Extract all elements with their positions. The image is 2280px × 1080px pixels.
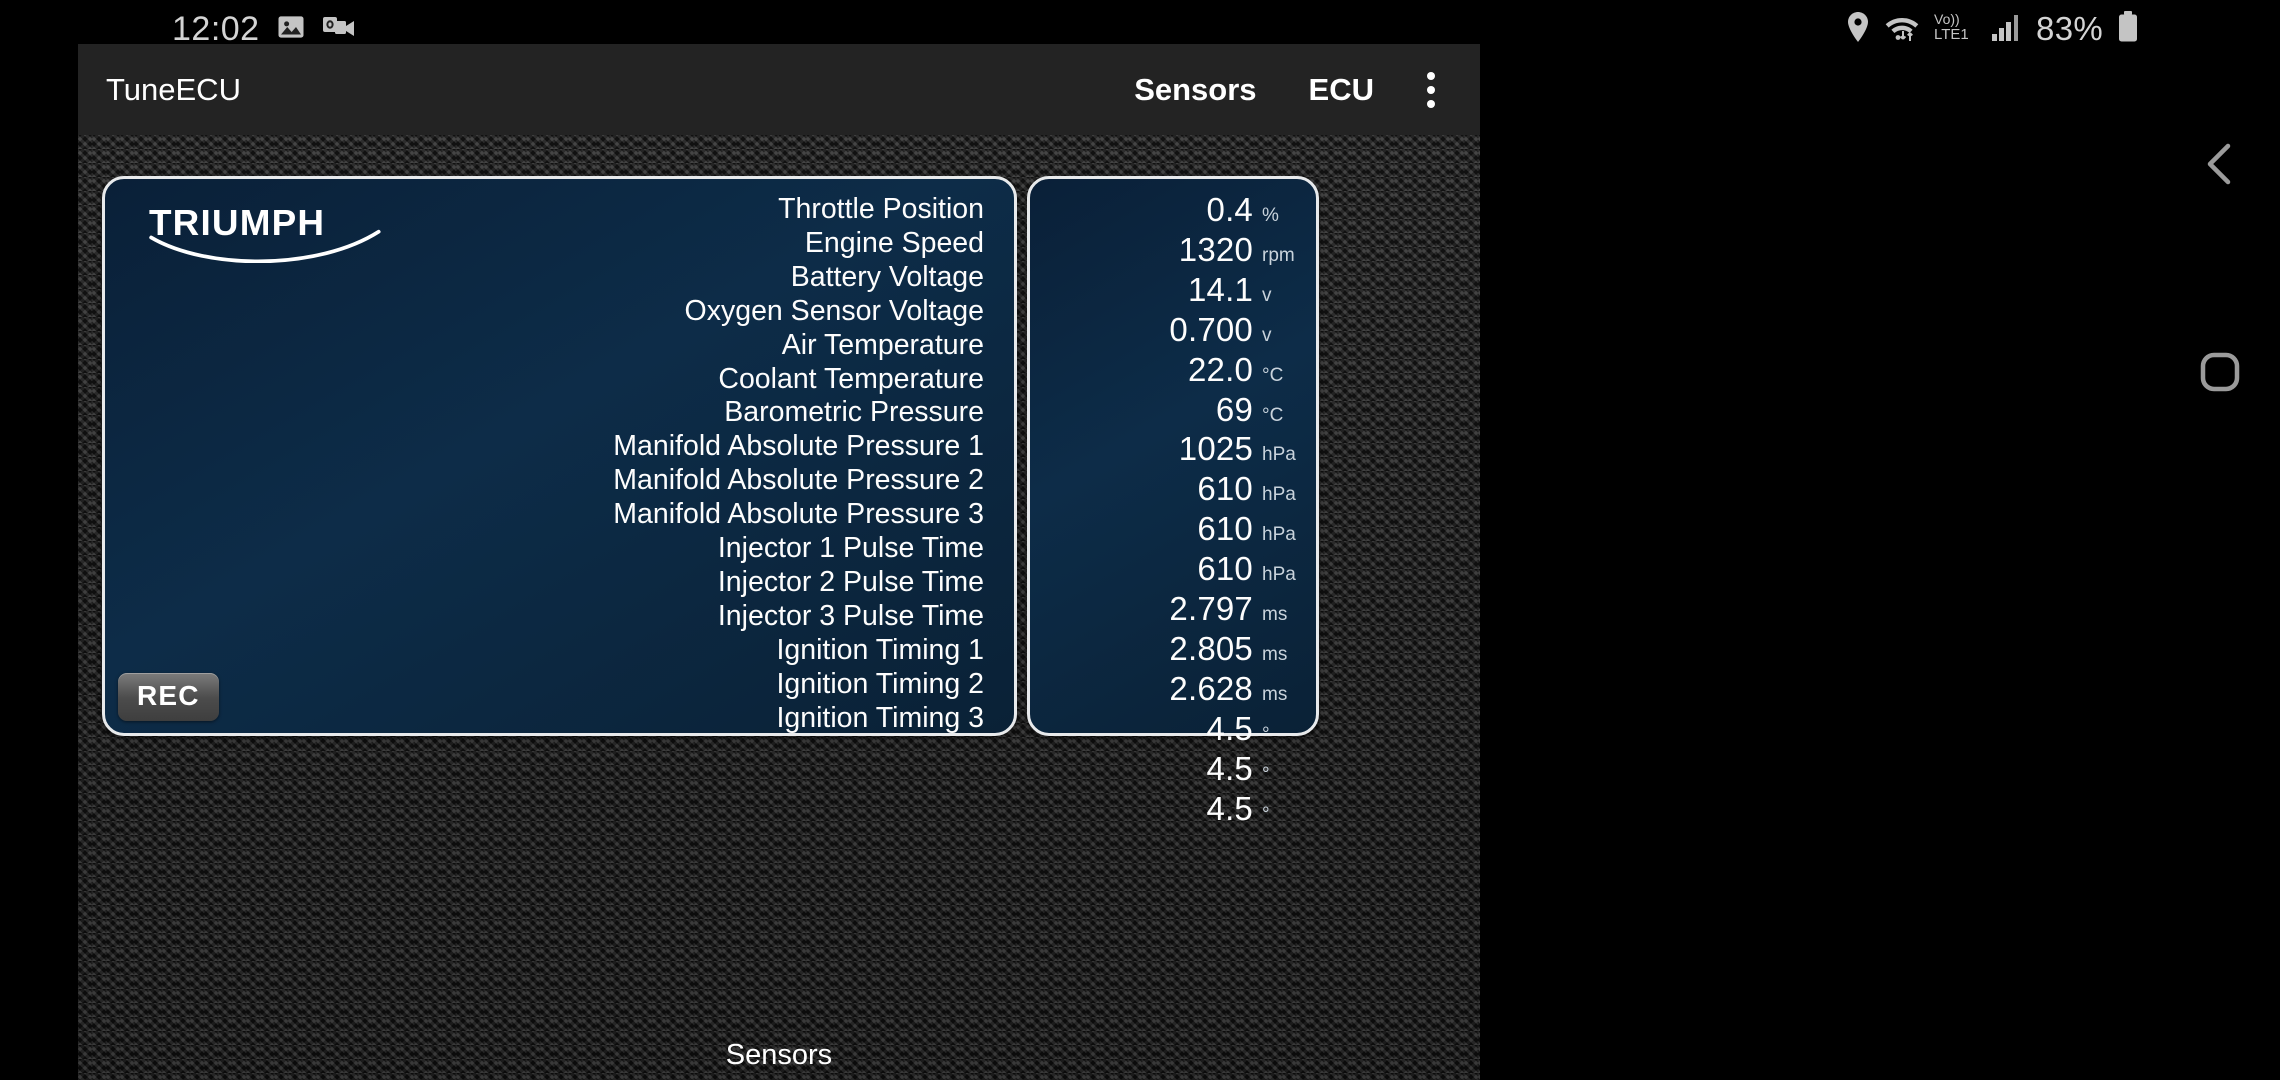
sensor-value: 2.805 <box>1169 629 1253 667</box>
sensor-unit: ° <box>1262 723 1270 745</box>
tuneecu-app-window: TuneECU Sensors ECU TRIUMPH Throttle Pos… <box>78 44 1480 1080</box>
sensor-value: 0.4 <box>1206 191 1253 228</box>
battery-icon <box>2116 10 2140 48</box>
sensor-labels-panel: TRIUMPH Throttle Position Engine Speed Bat… <box>102 176 1017 736</box>
status-bar-left: 12:02 <box>172 10 356 49</box>
sensor-label: Battery Voltage <box>790 260 984 293</box>
sensor-unit: ms <box>1262 683 1288 705</box>
sensor-value: 22.0 <box>1187 350 1253 388</box>
rec-button[interactable]: REC <box>118 673 219 721</box>
sensor-value-row: 2.805 ms <box>1030 632 1322 672</box>
location-icon <box>1846 11 1870 48</box>
sensor-unit: % <box>1262 205 1279 226</box>
signal-icon <box>1991 12 2023 47</box>
overflow-menu-icon[interactable] <box>1400 44 1462 135</box>
sensor-value-row: 4.5 ° <box>1030 709 1322 752</box>
sensor-label: Ignition Timing 1 <box>776 633 984 666</box>
sensor-value: 14.1 <box>1187 270 1253 308</box>
sensor-unit: °C <box>1262 404 1284 426</box>
sensor-label: Injector 3 Pulse Time <box>717 599 984 632</box>
sensor-value: 0.700 <box>1169 310 1253 348</box>
sensor-value: 2.797 <box>1169 590 1253 628</box>
sensor-label: Throttle Position <box>778 193 984 225</box>
sensor-value-list: 0.4% 1320 rpm 14.1 v 0.700 v 22.0 °C 69 °C 1025 hPa 6… <box>1030 193 1322 832</box>
sensor-value-row: 22.0 °C <box>1030 350 1322 393</box>
sensor-value: 4.5 <box>1206 789 1253 827</box>
sensor-value-row: 610 hPa <box>1030 512 1322 552</box>
wifi-icon <box>1883 11 1921 48</box>
app-content-area: TRIUMPH Throttle Position Engine Speed Bat… <box>78 135 1480 1080</box>
app-title: TuneECU <box>106 71 241 107</box>
tab-ecu[interactable]: ECU <box>1283 44 1400 135</box>
sensor-label: Manifold Absolute Pressure 1 <box>613 430 984 463</box>
sensor-label: Barometric Pressure <box>724 396 984 429</box>
back-icon[interactable] <box>2192 136 2248 192</box>
sensor-value-row: 610 hPa <box>1030 472 1322 512</box>
sensor-unit: v <box>1262 324 1272 346</box>
phone-screen: 12:02 Vo)) LTE1 83% TuneECU Sensors ECU … <box>0 0 2280 1080</box>
screen-title-footer: Sensors <box>725 1039 833 1071</box>
sensor-value: 1320 <box>1178 230 1253 268</box>
battery-percent-label: 83% <box>2036 10 2103 47</box>
sensor-value: 4.5 <box>1206 709 1253 747</box>
sensor-label: Ignition Timing 2 <box>776 667 984 700</box>
sensor-label: Manifold Absolute Pressure 3 <box>613 498 984 531</box>
sensor-value-row: 14.1 v <box>1030 270 1322 313</box>
sensor-value: 610 <box>1197 510 1253 548</box>
sensor-label: Injector 1 Pulse Time <box>717 532 984 565</box>
sensor-value-row: 1025 hPa <box>1030 432 1322 472</box>
sensor-value-row: 0.700 v <box>1030 310 1322 353</box>
status-bar-clock: 12:02 <box>172 9 260 48</box>
sensor-label: Ignition Timing 3 <box>776 701 984 734</box>
sensor-unit: ms <box>1262 643 1288 665</box>
sensor-value: 610 <box>1197 470 1253 508</box>
sensor-unit: ° <box>1262 803 1270 825</box>
sensor-unit: ° <box>1262 763 1270 785</box>
gallery-icon <box>276 12 306 47</box>
app-bar-actions: Sensors ECU <box>1108 44 1462 135</box>
sensor-value: 2.628 <box>1169 669 1253 707</box>
svg-text:Vo)): Vo)) <box>1934 11 1960 27</box>
sensor-value-row: 1320 rpm <box>1030 233 1322 273</box>
sensor-label: Coolant Temperature <box>718 362 984 395</box>
sensor-unit: rpm <box>1262 244 1295 266</box>
sensor-unit: °C <box>1262 364 1284 386</box>
status-bar-right: Vo)) LTE1 83% <box>1846 0 2140 58</box>
sensor-value-row: 2.797 ms <box>1030 592 1322 632</box>
svg-text:LTE1: LTE1 <box>1934 26 1969 43</box>
sensor-label: Engine Speed <box>804 226 984 259</box>
sensor-value-row: 4.5 ° <box>1030 749 1322 792</box>
sensor-unit: hPa <box>1262 524 1296 546</box>
sensor-value-row: 2.628 ms <box>1030 669 1322 712</box>
sensor-unit: ms <box>1262 604 1288 626</box>
sensor-unit: hPa <box>1262 564 1296 586</box>
sensor-value-row: 4.5 ° <box>1030 789 1322 832</box>
home-icon[interactable] <box>2192 344 2248 400</box>
app-bar: TuneECU Sensors ECU <box>78 44 1480 135</box>
sensor-values-panel: 0.4% 1320 rpm 14.1 v 0.700 v 22.0 °C 69 °C 1025 hPa 6… <box>1027 176 1319 825</box>
outlook-video-icon <box>322 13 356 46</box>
sensor-label: Injector 2 Pulse Time <box>717 565 984 598</box>
sensor-label-list: Throttle Position Engine Speed Battery Vol… <box>164 193 984 736</box>
android-navigation-bar <box>2160 44 2280 1080</box>
sensor-value-row: 610 hPa <box>1030 552 1322 592</box>
sensor-value: 69 <box>1215 390 1253 428</box>
tab-sensors[interactable]: Sensors <box>1108 44 1282 135</box>
sensor-value: 4.5 <box>1206 749 1253 787</box>
sensor-label: Manifold Absolute Pressure 2 <box>613 464 984 497</box>
sensor-value: 610 <box>1197 550 1253 588</box>
sensor-unit: v <box>1262 284 1272 306</box>
volte-icon: Vo)) LTE1 <box>1934 10 1978 49</box>
sensor-label: Oxygen Sensor Voltage <box>684 294 984 327</box>
sensor-value-row: 69 °C <box>1030 390 1322 433</box>
sensor-value: 1025 <box>1178 430 1253 468</box>
sensor-unit: hPa <box>1262 484 1296 506</box>
sensor-value-row: 0.4% <box>1030 193 1322 233</box>
sensor-label: Air Temperature <box>781 328 984 361</box>
sensor-unit: hPa <box>1262 444 1296 466</box>
